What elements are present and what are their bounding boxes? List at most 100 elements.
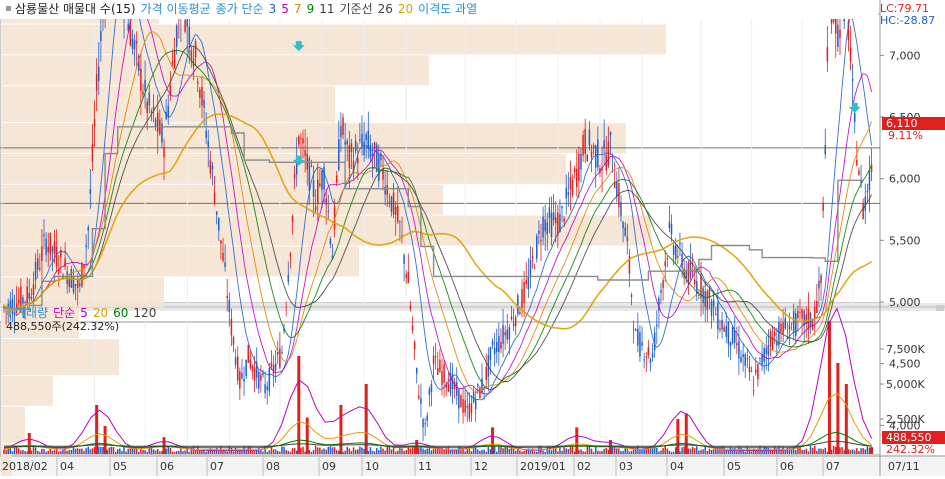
candle-body: [862, 203, 864, 219]
x-axis-strip: [0, 455, 945, 476]
volume-spike-bar: [104, 426, 107, 454]
volume-bar: [403, 451, 405, 454]
volume-bar: [252, 451, 254, 454]
candle-body: [631, 295, 633, 297]
candle-body: [167, 106, 169, 117]
candle-body: [532, 256, 534, 258]
candle-body: [824, 145, 826, 154]
volume-bar: [355, 450, 357, 454]
candle-body: [94, 119, 96, 126]
candle-body: [266, 386, 268, 389]
candle-body: [302, 138, 304, 143]
volume-bar: [843, 450, 845, 454]
candle-body: [523, 282, 525, 303]
volume-bar: [591, 449, 593, 454]
candle-body: [673, 246, 675, 255]
candle-body: [736, 343, 738, 345]
candle-body: [460, 396, 462, 408]
price-legend-item: 가격 이동평균: [141, 2, 211, 16]
candle-body: [721, 320, 723, 330]
volume-tick-label: 7,500K: [886, 343, 925, 356]
volume-bar: [477, 450, 479, 454]
volume-bar: [582, 451, 584, 454]
volume-bar: [561, 451, 563, 454]
volume-bar: [744, 452, 746, 454]
volume-bar: [471, 451, 473, 454]
candle-body: [723, 327, 725, 331]
candle-body: [471, 403, 473, 413]
volume-bar: [622, 451, 624, 454]
candle-body: [867, 191, 869, 192]
candle-body: [734, 330, 736, 342]
candle-body: [755, 370, 757, 373]
candle-body: [231, 319, 233, 336]
volume-bar: [658, 452, 660, 454]
legend-checkbox[interactable]: [6, 6, 11, 11]
volume-bar: [100, 447, 102, 454]
volume-bar: [572, 446, 574, 454]
candle-body: [197, 81, 199, 83]
volume-bar: [338, 451, 340, 454]
candle-body: [492, 341, 494, 345]
candle-body: [351, 143, 353, 152]
volume-bar: [810, 446, 812, 454]
candle-body: [386, 185, 388, 195]
volume-bar: [184, 450, 186, 454]
candle-body: [357, 158, 359, 163]
volume-bar: [37, 451, 39, 454]
candle-body: [319, 184, 321, 186]
candle-body: [189, 27, 191, 45]
volume-bar: [309, 450, 311, 454]
volume-bar: [806, 449, 808, 454]
price-legend-item: 종가 단순: [216, 2, 264, 16]
volume-bar: [20, 450, 22, 454]
candle-body: [469, 404, 471, 419]
volume-bar: [376, 448, 378, 454]
volume-bar: [814, 446, 816, 454]
volume-bar: [667, 449, 669, 454]
volume-bar: [601, 451, 603, 454]
volume-bar: [281, 446, 283, 454]
candle-body: [704, 291, 706, 306]
volume-legend-item: 단순: [53, 306, 75, 320]
x-axis-label: 03: [619, 460, 633, 473]
candle-body: [344, 141, 346, 144]
candle-body: [172, 62, 174, 65]
candle-body: [751, 371, 753, 372]
volume-bar: [500, 447, 502, 454]
candle-body: [384, 187, 386, 195]
candle-body: [397, 206, 399, 222]
candle-body: [205, 131, 207, 139]
candle-body: [433, 356, 435, 365]
volume-bar: [254, 451, 256, 454]
candle-body: [235, 357, 237, 364]
candle-body: [248, 345, 250, 363]
x-axis-label: 06: [780, 460, 794, 473]
candle-body: [622, 222, 624, 228]
candle-body: [195, 41, 197, 57]
candle-body: [595, 146, 597, 168]
volume-bar: [136, 449, 138, 454]
candle-body: [713, 300, 715, 307]
splitter-handle[interactable]: [936, 305, 944, 311]
candle-body: [340, 126, 342, 137]
volume-bar: [111, 447, 113, 454]
candle-body: [281, 352, 283, 353]
volume-bar: [603, 449, 605, 454]
chart-canvas[interactable]: 3,5004,0004,5005,0005,5006,0006,5007,000…: [0, 0, 945, 476]
volume-bar: [795, 450, 797, 454]
price-tick-label: 7,000: [889, 49, 921, 62]
volume-bar: [233, 452, 235, 454]
volume-bar: [384, 451, 386, 454]
x-axis-label: 10: [365, 460, 379, 473]
volume-bar: [593, 452, 595, 454]
volume-bar: [290, 452, 292, 454]
candle-body: [294, 175, 296, 179]
candle-body: [361, 134, 363, 146]
volume-bar: [182, 451, 184, 454]
volume-bar: [12, 451, 14, 454]
volume-profile-bar: [1, 376, 53, 406]
candle-body: [624, 228, 626, 237]
legend-checkbox[interactable]: [6, 310, 11, 315]
candle-body: [431, 384, 433, 392]
